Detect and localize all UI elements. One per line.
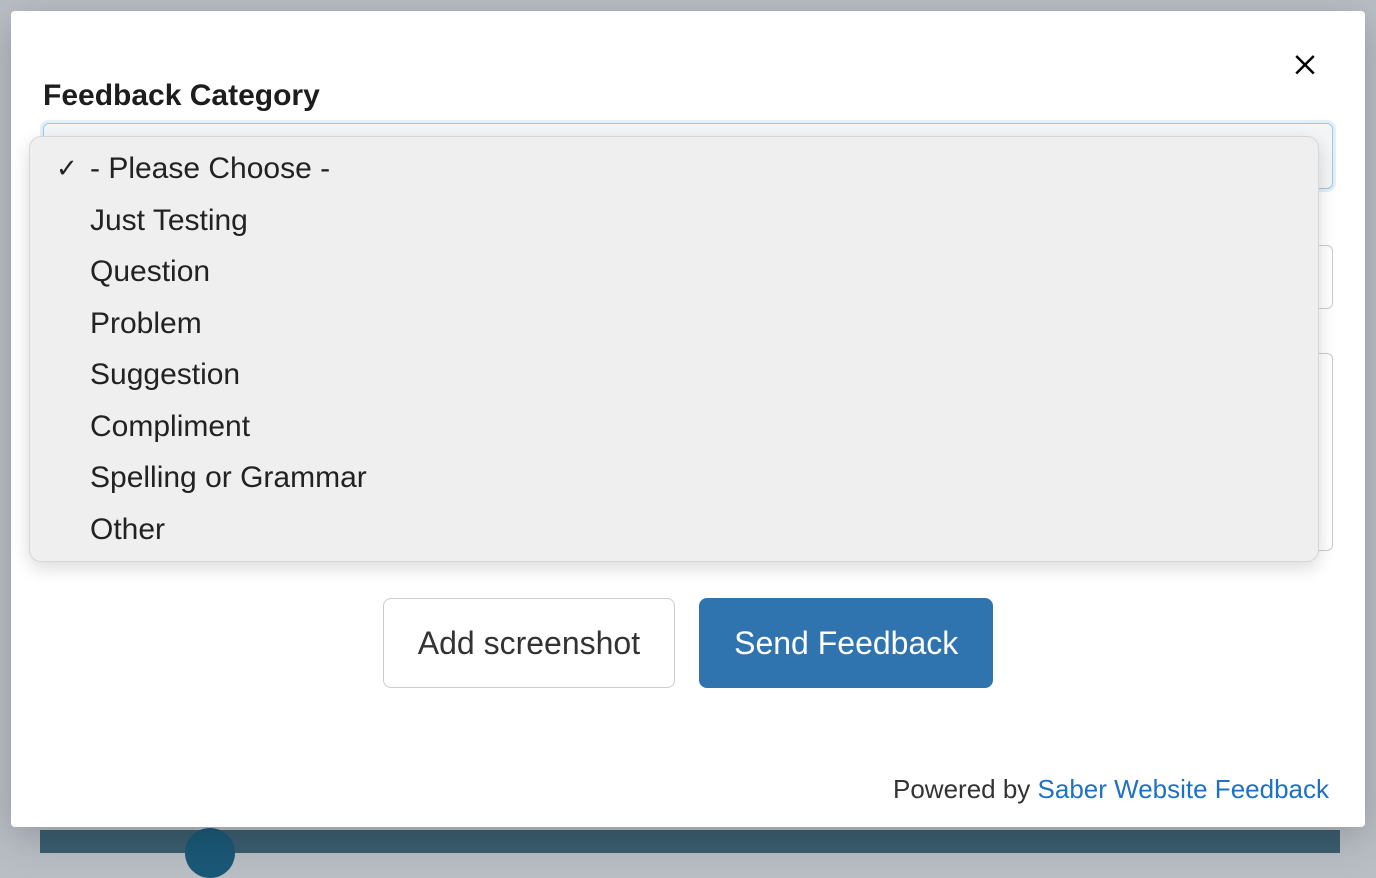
feedback-category-label: Feedback Category — [43, 79, 1333, 113]
feedback-modal: Feedback Category - Please Choose - Add … — [11, 11, 1365, 827]
close-button[interactable] — [1285, 45, 1325, 85]
dropdown-option-just-testing[interactable]: Just Testing — [30, 195, 1318, 247]
dropdown-option-spelling[interactable]: Spelling or Grammar — [30, 452, 1318, 504]
dropdown-option-question[interactable]: Question — [30, 246, 1318, 298]
add-screenshot-button[interactable]: Add screenshot — [383, 598, 675, 688]
dropdown-option-problem[interactable]: Problem — [30, 298, 1318, 350]
powered-by-prefix: Powered by — [893, 774, 1038, 804]
dropdown-option-please-choose[interactable]: - Please Choose - — [30, 143, 1318, 195]
dropdown-option-suggestion[interactable]: Suggestion — [30, 349, 1318, 401]
action-button-row: Add screenshot Send Feedback — [43, 598, 1333, 688]
send-feedback-button[interactable]: Send Feedback — [699, 598, 993, 688]
dropdown-option-compliment[interactable]: Compliment — [30, 401, 1318, 453]
dropdown-option-other[interactable]: Other — [30, 504, 1318, 556]
page-background-bar — [40, 830, 1340, 853]
saber-feedback-link[interactable]: Saber Website Feedback — [1038, 774, 1329, 804]
close-icon — [1290, 48, 1320, 83]
powered-by-footer: Powered by Saber Website Feedback — [893, 774, 1329, 805]
avatar — [185, 828, 235, 878]
feedback-category-dropdown: - Please Choose - Just Testing Question … — [29, 136, 1319, 562]
